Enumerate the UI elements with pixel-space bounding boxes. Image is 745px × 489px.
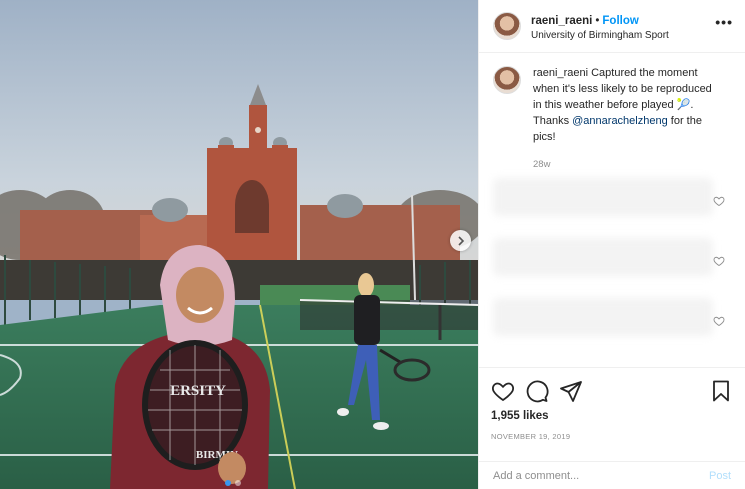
post-comment-button[interactable]: Post	[709, 470, 731, 482]
blurred-comment	[493, 298, 713, 336]
carousel-dot	[225, 480, 231, 486]
next-photo-button[interactable]	[450, 230, 471, 251]
action-icon-row	[491, 378, 733, 404]
separator-dot: •	[595, 14, 600, 27]
caption-avatar[interactable]	[493, 66, 521, 94]
carousel-dot	[235, 480, 241, 486]
follow-button[interactable]: Follow	[602, 15, 638, 27]
likes-count[interactable]: 1,955 likes	[491, 410, 733, 422]
header-text: raeni_raeni • Follow University of Birming…	[531, 10, 715, 43]
comments-area: raeni_raeni Captured the moment when it'…	[479, 54, 745, 367]
chevron-right-icon	[457, 235, 464, 246]
comment-like-heart-icon[interactable]	[713, 315, 725, 327]
paper-plane-icon[interactable]	[559, 379, 583, 403]
header-username[interactable]: raeni_raeni	[531, 15, 592, 27]
post-header: raeni_raeni • Follow University of Birming…	[479, 0, 745, 53]
post-date: NOVEMBER 19, 2019	[491, 432, 571, 441]
avatar[interactable]	[493, 12, 521, 40]
comment-icon[interactable]	[525, 379, 549, 403]
post-side-panel: raeni_raeni • Follow University of Birming…	[478, 0, 745, 489]
tennis-emoji-icon: 🎾	[676, 98, 691, 111]
photo-illustration: ERSITY BIRMIN	[0, 0, 478, 489]
blurred-comment	[493, 178, 713, 216]
bookmark-icon[interactable]	[709, 379, 733, 403]
caption-username[interactable]: raeni_raeni	[533, 67, 588, 79]
heart-icon[interactable]	[491, 379, 515, 403]
add-comment-bar: Post	[479, 461, 745, 489]
comment-input[interactable]	[493, 469, 709, 482]
post-actions: 1,955 likes NOVEMBER 19, 2019	[479, 367, 745, 453]
sweater-text-top: ERSITY	[170, 383, 226, 399]
mention-link[interactable]: @annarachelzheng	[572, 115, 668, 127]
blurred-comment	[493, 238, 713, 276]
caption: raeni_raeni Captured the moment when it'…	[479, 54, 745, 171]
carousel-indicator	[225, 480, 241, 486]
location-link[interactable]: University of Birmingham Sport	[531, 30, 715, 43]
comment-like-heart-icon[interactable]	[713, 195, 725, 207]
more-options-icon[interactable]: •••	[715, 14, 733, 30]
post-photo[interactable]: ERSITY BIRMIN	[0, 0, 478, 489]
caption-body: raeni_raeni Captured the moment when it'…	[533, 66, 713, 171]
caption-timestamp: 28w	[533, 158, 551, 170]
comment-like-heart-icon[interactable]	[713, 255, 725, 267]
